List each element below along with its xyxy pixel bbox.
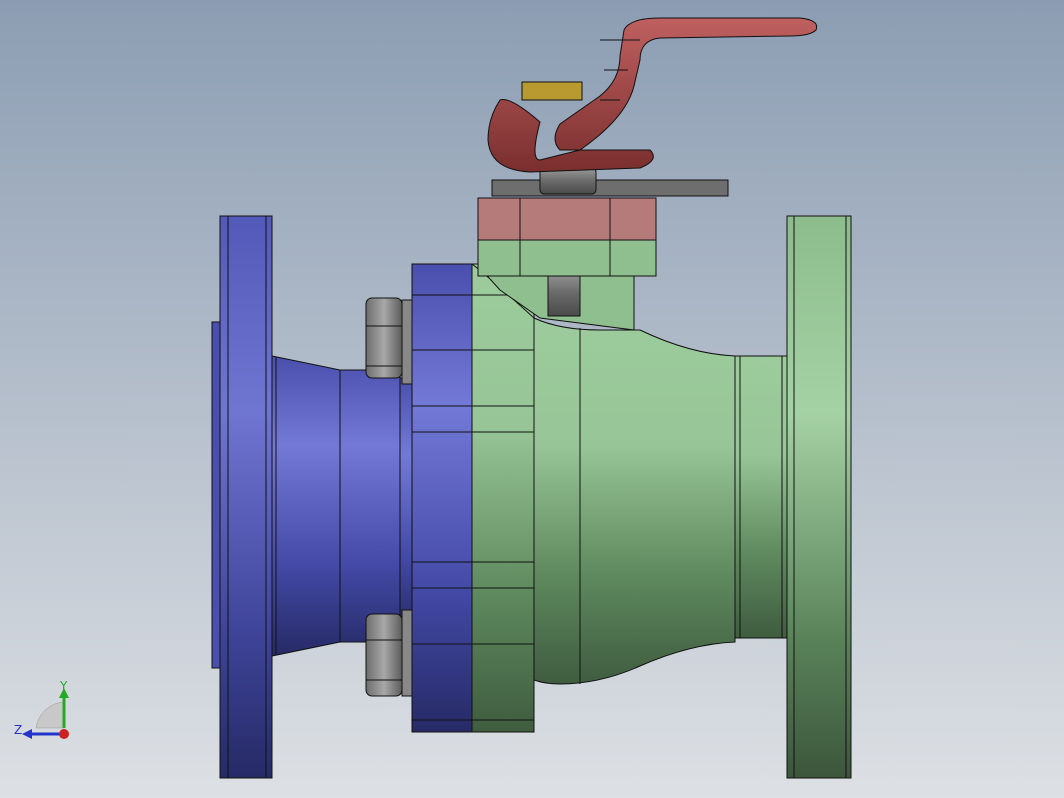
right-flange[interactable] [786, 215, 852, 779]
graphics-viewport[interactable]: Y Z [0, 0, 1064, 798]
left-flange[interactable] [211, 215, 273, 779]
bonnet[interactable] [477, 197, 657, 277]
left-reducer-body[interactable] [271, 355, 413, 657]
body-flange-left[interactable] [411, 263, 473, 733]
x-axis-dot [59, 729, 69, 739]
y-axis-label: Y [59, 679, 68, 693]
bolt-top [365, 297, 413, 385]
bolt-bottom [365, 609, 413, 697]
gland [521, 81, 583, 101]
z-axis-label: Z [14, 723, 22, 737]
model-view[interactable]: Y Z [0, 0, 1064, 798]
